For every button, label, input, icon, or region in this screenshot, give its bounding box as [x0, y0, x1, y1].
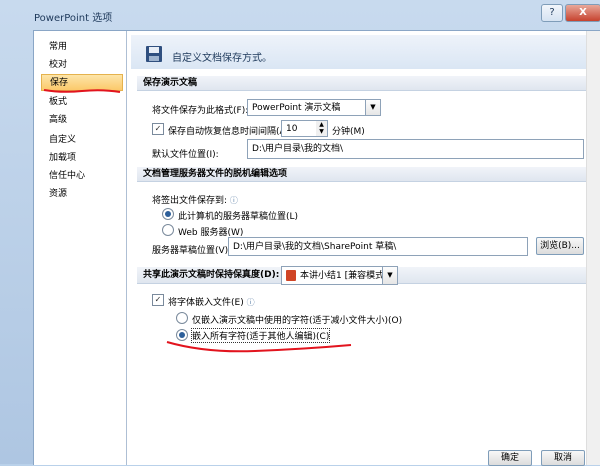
radio-web-server[interactable] — [162, 224, 174, 236]
info-icon: ⓘ — [229, 196, 238, 205]
default-location-input[interactable]: D:\用户目录\我的文档\ — [247, 139, 584, 159]
spin-up-icon: ▲ — [319, 121, 324, 128]
save-format-label: 将文件保存为此格式(F): — [152, 106, 249, 116]
options-nav: 常用 校对 保存 板式 高级 自定义 加载项 信任中心 资源 — [34, 31, 127, 465]
minutes-spinner[interactable]: ▲ ▼ — [316, 120, 328, 137]
radio-embed-used-chars-label: 仅嵌入演示文稿中使用的字符(适于减小文件大小)(O) — [192, 316, 403, 326]
autorecover-minutes-input[interactable]: 10 — [281, 120, 317, 137]
nav-item-customize[interactable]: 自定义 — [41, 132, 123, 149]
drafts-location-input[interactable]: D:\用户目录\我的文档\SharePoint 草稿\ — [228, 237, 528, 256]
radio-local-drafts-label: 此计算机的服务器草稿位置(L) — [178, 212, 299, 222]
panel-header: 自定义文档保存方式。 — [131, 35, 586, 69]
save-format-dropdown[interactable]: PowerPoint 演示文稿 ▼ — [247, 99, 381, 116]
close-button[interactable]: X — [565, 4, 600, 22]
chevron-down-icon: ▼ — [365, 100, 380, 115]
title-bar: PowerPoint 选项 ? X — [0, 0, 600, 28]
red-underline-annotation — [166, 341, 352, 353]
save-disk-icon — [146, 46, 162, 62]
section-offline-editing: 文档管理服务器文件的脱机编辑选项 — [137, 167, 586, 182]
checkout-save-label: 将签出文件保存到: ⓘ — [152, 196, 238, 206]
nav-item-layout[interactable]: 板式 — [41, 94, 123, 111]
nav-item-trust-center[interactable]: 信任中心 — [41, 168, 123, 185]
chevron-down-icon: ▼ — [382, 267, 397, 284]
window-title: PowerPoint 选项 — [34, 13, 113, 24]
vertical-scrollbar[interactable] — [586, 31, 600, 465]
nav-item-proofing[interactable]: 校对 — [41, 57, 123, 74]
spin-down-icon: ▼ — [319, 128, 324, 135]
save-options-panel: 自定义文档保存方式。 保存演示文稿 将文件保存为此格式(F): PowerPoi… — [131, 31, 600, 466]
radio-embed-used-chars[interactable] — [176, 312, 188, 324]
nav-item-addins[interactable]: 加载项 — [41, 150, 123, 167]
save-format-value: PowerPoint 演示文稿 — [252, 103, 341, 113]
embed-fonts-label: 将字体嵌入文件(E) ⓘ — [168, 298, 255, 308]
drafts-location-label: 服务器草稿位置(V): — [152, 246, 232, 256]
radio-local-drafts[interactable] — [162, 208, 174, 220]
powerpoint-options-dialog: PowerPoint 选项 ? X 常用 校对 保存 板式 高级 自定义 加载项… — [0, 0, 600, 466]
embed-fonts-checkbox[interactable]: ✓ — [152, 294, 164, 306]
section-save-presentation: 保存演示文稿 — [137, 76, 586, 91]
autorecover-label: 保存自动恢复信息时间间隔(A) — [168, 127, 290, 137]
autorecover-checkbox[interactable]: ✓ — [152, 123, 164, 135]
nav-item-advanced[interactable]: 高级 — [41, 112, 123, 129]
default-location-label: 默认文件位置(I): — [152, 150, 219, 160]
red-underline-annotation — [43, 89, 121, 93]
presentation-dropdown[interactable]: 本讲小结1 [兼容模式] ▼ — [281, 266, 398, 285]
panel-header-text: 自定义文档保存方式。 — [172, 53, 272, 64]
minutes-label: 分钟(M) — [332, 127, 365, 137]
presentation-value: 本讲小结1 [兼容模式] — [300, 271, 388, 281]
browse-button[interactable]: 浏览(B)... — [536, 237, 584, 255]
nav-item-common[interactable]: 常用 — [41, 39, 123, 56]
help-button[interactable]: ? — [541, 4, 563, 22]
info-icon: ⓘ — [246, 298, 255, 307]
dialog-content: 常用 校对 保存 板式 高级 自定义 加载项 信任中心 资源 自定义文档保存方式… — [33, 30, 600, 466]
nav-item-resources[interactable]: 资源 — [41, 186, 123, 203]
powerpoint-file-icon — [286, 270, 296, 281]
